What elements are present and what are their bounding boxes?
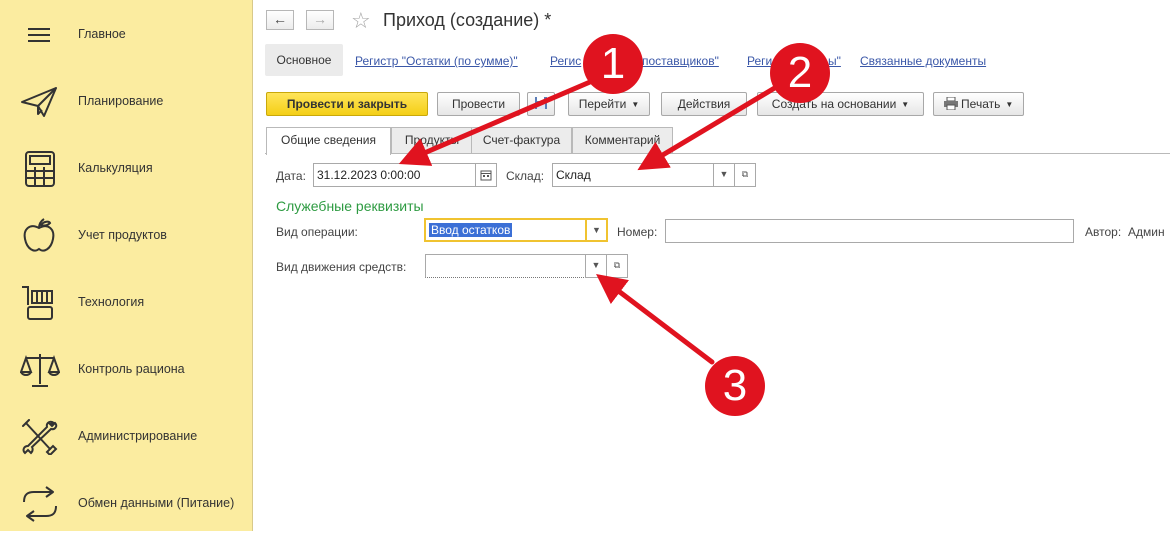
tab-divider — [265, 153, 1170, 154]
sidebar-item-products[interactable]: Учет продуктов — [0, 206, 252, 266]
section-title: Служебные реквизиты — [276, 198, 424, 214]
actions-button[interactable]: Действия — [661, 92, 747, 116]
number-label: Номер: — [617, 225, 658, 239]
tab-related-documents[interactable]: Связанные документы — [860, 54, 986, 68]
tools-icon — [20, 419, 60, 457]
author-label: Автор: — [1085, 225, 1122, 239]
scales-icon — [19, 352, 61, 388]
tab-register-suppliers-end[interactable]: поставщиков" — [642, 54, 719, 68]
annotation-marker-3: 3 — [705, 356, 765, 416]
date-label: Дата: — [276, 169, 306, 183]
cart-icon — [20, 285, 60, 321]
tab-main[interactable]: Основное — [265, 44, 343, 76]
goto-button[interactable]: Перейти ▼ — [568, 92, 650, 116]
sidebar-item-data-exchange[interactable]: Обмен данными (Питание) — [0, 474, 252, 534]
cash-flow-field[interactable] — [425, 254, 586, 278]
sidebar-item-calculation[interactable]: Калькуляция — [0, 139, 252, 199]
page-title: Приход (создание) * — [383, 10, 552, 30]
warehouse-label: Склад: — [506, 169, 545, 183]
author-value: Админ — [1128, 225, 1165, 239]
cash-flow-dropdown-button[interactable]: ▼ — [585, 254, 607, 278]
tab-comment[interactable]: Комментарий — [572, 127, 673, 153]
warehouse-dropdown-button[interactable]: ▼ — [713, 163, 735, 187]
back-button[interactable]: ← — [266, 10, 294, 30]
save-button[interactable] — [527, 92, 555, 116]
sidebar-item-administration[interactable]: Администрирование — [0, 407, 252, 467]
calendar-button[interactable] — [475, 163, 497, 187]
menu-icon — [20, 17, 60, 53]
sidebar-item-label: Обмен данными (Питание) — [78, 496, 235, 510]
chevron-down-icon: ▼ — [631, 100, 640, 109]
tab-register-balances[interactable]: Регистр "Остатки (по сумме)" — [355, 54, 518, 68]
sidebar-item-diet-control[interactable]: Контроль рациона — [0, 340, 252, 400]
apple-icon — [20, 218, 60, 254]
post-button[interactable]: Провести — [437, 92, 520, 116]
sidebar-item-label: Главное — [78, 27, 126, 41]
tab-general[interactable]: Общие сведения — [266, 127, 391, 155]
sidebar: Главное Планирование Калькуляция Учет пр… — [0, 0, 253, 531]
cash-flow-label: Вид движения средств: — [276, 260, 407, 274]
sidebar-item-label: Контроль рациона — [78, 362, 185, 376]
tab-products[interactable]: Продукты — [391, 127, 473, 153]
post-and-close-button[interactable]: Провести и закрыть — [266, 92, 428, 116]
sidebar-item-label: Планирование — [78, 94, 164, 108]
favorite-star-icon[interactable]: ☆ — [351, 8, 371, 34]
op-type-field[interactable]: Ввод остатков — [424, 218, 587, 242]
document-form: ← → ☆ Приход (создание) * Основное Регис… — [253, 0, 1170, 531]
sidebar-item-label: Калькуляция — [78, 161, 153, 175]
warehouse-open-button[interactable]: ⧉ — [734, 163, 756, 187]
sidebar-item-technology[interactable]: Технология — [0, 273, 252, 333]
chevron-down-icon: ▼ — [901, 100, 910, 109]
op-type-value: Ввод остатков — [429, 223, 513, 237]
goto-label: Перейти — [578, 97, 627, 111]
open-form-icon: ⧉ — [613, 260, 621, 270]
annotation-marker-2: 2 — [770, 43, 830, 103]
chevron-down-icon: ▼ — [1005, 100, 1014, 109]
paper-plane-icon — [20, 84, 60, 120]
op-type-label: Вид операции: — [276, 225, 358, 239]
printer-icon — [943, 96, 958, 111]
chevron-down-icon: ▼ — [591, 260, 601, 270]
exchange-arrows-icon — [20, 486, 60, 522]
chevron-down-icon: ▼ — [592, 225, 601, 235]
forward-button[interactable]: → — [306, 10, 334, 30]
open-form-icon: ⧉ — [741, 169, 749, 179]
warehouse-field[interactable]: Склад — [552, 163, 714, 187]
print-button[interactable]: Печать ▼ — [933, 92, 1024, 116]
op-type-dropdown-button[interactable]: ▼ — [586, 218, 608, 242]
sidebar-item-label: Технология — [78, 295, 145, 309]
sidebar-item-label: Учет продуктов — [78, 228, 167, 242]
tab-invoice[interactable]: Счет-фактура — [471, 127, 572, 153]
chevron-down-icon: ▼ — [719, 169, 729, 179]
sidebar-item-planning[interactable]: Планирование — [0, 72, 252, 132]
calculator-icon — [20, 151, 60, 187]
tab-register-third-end[interactable]: ы" — [828, 54, 841, 68]
annotation-marker-1: 1 — [583, 34, 643, 94]
tab-register-suppliers-start[interactable]: Регис — [550, 54, 581, 68]
cash-flow-open-button[interactable]: ⧉ — [606, 254, 628, 278]
number-field[interactable] — [665, 219, 1074, 243]
sidebar-item-label: Администрирование — [78, 429, 198, 443]
sidebar-item-main[interactable]: Главное — [0, 5, 252, 65]
floppy-disk-icon — [534, 97, 548, 111]
date-field[interactable]: 31.12.2023 0:00:00 — [313, 163, 476, 187]
print-label: Печать — [961, 97, 1001, 111]
calendar-icon — [480, 170, 492, 181]
